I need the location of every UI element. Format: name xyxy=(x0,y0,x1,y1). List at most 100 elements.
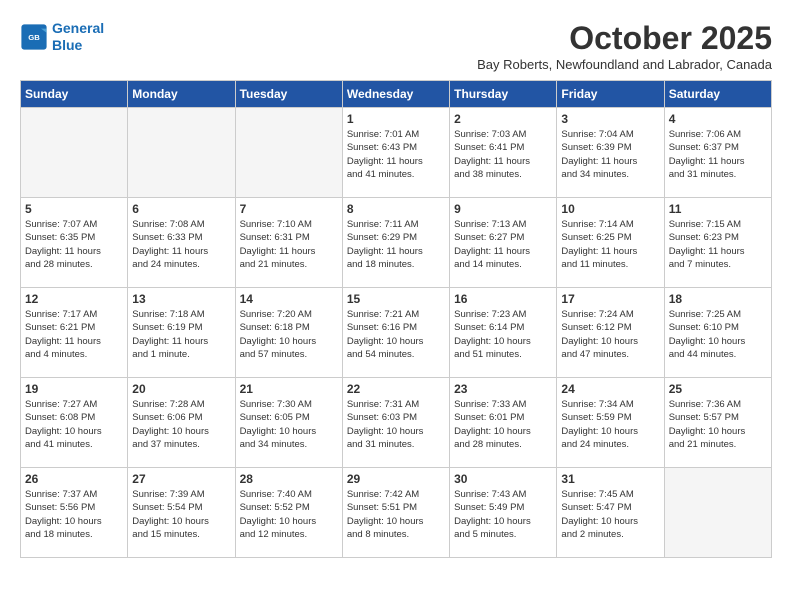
calendar-cell: 4 Sunrise: 7:06 AM Sunset: 6:37 PM Daylig… xyxy=(664,108,771,198)
weekday-header-tuesday: Tuesday xyxy=(235,81,342,108)
day-info: Sunrise: 7:30 AM Sunset: 6:05 PM Dayligh… xyxy=(240,398,338,451)
day-number: 22 xyxy=(347,382,445,396)
day-info: Sunrise: 7:10 AM Sunset: 6:31 PM Dayligh… xyxy=(240,218,338,271)
day-info: Sunrise: 7:18 AM Sunset: 6:19 PM Dayligh… xyxy=(132,308,230,361)
logo-text: General Blue xyxy=(52,20,104,54)
day-info: Sunrise: 7:43 AM Sunset: 5:49 PM Dayligh… xyxy=(454,488,552,541)
weekday-header-wednesday: Wednesday xyxy=(342,81,449,108)
calendar-cell: 25Sunrise: 7:36 AM Sunset: 5:57 PM Dayli… xyxy=(664,378,771,468)
day-info: Sunrise: 7:33 AM Sunset: 6:01 PM Dayligh… xyxy=(454,398,552,451)
day-info: Sunrise: 7:01 AM Sunset: 6:43 PM Dayligh… xyxy=(347,128,445,181)
calendar-cell xyxy=(128,108,235,198)
day-number: 2 xyxy=(454,112,552,126)
day-info: Sunrise: 7:42 AM Sunset: 5:51 PM Dayligh… xyxy=(347,488,445,541)
day-number: 17 xyxy=(561,292,659,306)
calendar-cell: 29Sunrise: 7:42 AM Sunset: 5:51 PM Dayli… xyxy=(342,468,449,558)
day-number: 3 xyxy=(561,112,659,126)
day-info: Sunrise: 7:21 AM Sunset: 6:16 PM Dayligh… xyxy=(347,308,445,361)
calendar-cell xyxy=(664,468,771,558)
day-info: Sunrise: 7:08 AM Sunset: 6:33 PM Dayligh… xyxy=(132,218,230,271)
weekday-header-row: SundayMondayTuesdayWednesdayThursdayFrid… xyxy=(21,81,772,108)
day-number: 15 xyxy=(347,292,445,306)
day-number: 11 xyxy=(669,202,767,216)
location-subtitle: Bay Roberts, Newfoundland and Labrador, … xyxy=(477,57,772,72)
calendar-cell: 15 Sunrise: 7:21 AM Sunset: 6:16 PM Dayli… xyxy=(342,288,449,378)
day-number: 9 xyxy=(454,202,552,216)
day-info: Sunrise: 7:40 AM Sunset: 5:52 PM Dayligh… xyxy=(240,488,338,541)
day-info: Sunrise: 7:11 AM Sunset: 6:29 PM Dayligh… xyxy=(347,218,445,271)
day-number: 31 xyxy=(561,472,659,486)
day-info: Sunrise: 7:34 AM Sunset: 5:59 PM Dayligh… xyxy=(561,398,659,451)
title-block: October 2025 Bay Roberts, Newfoundland a… xyxy=(477,20,772,72)
day-number: 19 xyxy=(25,382,123,396)
weekday-header-saturday: Saturday xyxy=(664,81,771,108)
calendar-cell: 22 Sunrise: 7:31 AM Sunset: 6:03 PM Dayli… xyxy=(342,378,449,468)
calendar-cell: 21Sunrise: 7:30 AM Sunset: 6:05 PM Dayli… xyxy=(235,378,342,468)
calendar-cell: 31 Sunrise: 7:45 AM Sunset: 5:47 PM Dayli… xyxy=(557,468,664,558)
weekday-header-thursday: Thursday xyxy=(450,81,557,108)
day-info: Sunrise: 7:20 AM Sunset: 6:18 PM Dayligh… xyxy=(240,308,338,361)
calendar-cell: 10 Sunrise: 7:14 AM Sunset: 6:25 PM Dayli… xyxy=(557,198,664,288)
calendar-table: SundayMondayTuesdayWednesdayThursdayFrid… xyxy=(20,80,772,558)
day-number: 14 xyxy=(240,292,338,306)
day-number: 16 xyxy=(454,292,552,306)
day-info: Sunrise: 7:17 AM Sunset: 6:21 PM Dayligh… xyxy=(25,308,123,361)
logo-icon: GB xyxy=(20,23,48,51)
logo: GB General Blue xyxy=(20,20,104,54)
day-info: Sunrise: 7:23 AM Sunset: 6:14 PM Dayligh… xyxy=(454,308,552,361)
day-info: Sunrise: 7:04 AM Sunset: 6:39 PM Dayligh… xyxy=(561,128,659,181)
day-number: 18 xyxy=(669,292,767,306)
calendar-cell: 26Sunrise: 7:37 AM Sunset: 5:56 PM Dayli… xyxy=(21,468,128,558)
weekday-header-sunday: Sunday xyxy=(21,81,128,108)
calendar-cell: 24Sunrise: 7:34 AM Sunset: 5:59 PM Dayli… xyxy=(557,378,664,468)
calendar-cell: 8 Sunrise: 7:11 AM Sunset: 6:29 PM Daylig… xyxy=(342,198,449,288)
calendar-cell: 20 Sunrise: 7:28 AM Sunset: 6:06 PM Dayli… xyxy=(128,378,235,468)
day-info: Sunrise: 7:15 AM Sunset: 6:23 PM Dayligh… xyxy=(669,218,767,271)
day-number: 27 xyxy=(132,472,230,486)
calendar-cell: 30 Sunrise: 7:43 AM Sunset: 5:49 PM Dayli… xyxy=(450,468,557,558)
calendar-week-3: 12 Sunrise: 7:17 AM Sunset: 6:21 PM Dayli… xyxy=(21,288,772,378)
day-info: Sunrise: 7:13 AM Sunset: 6:27 PM Dayligh… xyxy=(454,218,552,271)
calendar-cell: 3 Sunrise: 7:04 AM Sunset: 6:39 PM Daylig… xyxy=(557,108,664,198)
weekday-header-friday: Friday xyxy=(557,81,664,108)
day-number: 26 xyxy=(25,472,123,486)
day-info: Sunrise: 7:27 AM Sunset: 6:08 PM Dayligh… xyxy=(25,398,123,451)
day-number: 23 xyxy=(454,382,552,396)
calendar-week-1: 1Sunrise: 7:01 AM Sunset: 6:43 PM Daylig… xyxy=(21,108,772,198)
calendar-week-5: 26Sunrise: 7:37 AM Sunset: 5:56 PM Dayli… xyxy=(21,468,772,558)
calendar-cell: 19 Sunrise: 7:27 AM Sunset: 6:08 PM Dayli… xyxy=(21,378,128,468)
day-info: Sunrise: 7:39 AM Sunset: 5:54 PM Dayligh… xyxy=(132,488,230,541)
calendar-week-4: 19 Sunrise: 7:27 AM Sunset: 6:08 PM Dayli… xyxy=(21,378,772,468)
calendar-cell: 1Sunrise: 7:01 AM Sunset: 6:43 PM Daylig… xyxy=(342,108,449,198)
day-number: 30 xyxy=(454,472,552,486)
day-number: 7 xyxy=(240,202,338,216)
svg-text:GB: GB xyxy=(28,33,40,42)
day-number: 4 xyxy=(669,112,767,126)
day-number: 20 xyxy=(132,382,230,396)
calendar-cell: 6 Sunrise: 7:08 AM Sunset: 6:33 PM Daylig… xyxy=(128,198,235,288)
calendar-cell: 2 Sunrise: 7:03 AM Sunset: 6:41 PM Daylig… xyxy=(450,108,557,198)
day-info: Sunrise: 7:28 AM Sunset: 6:06 PM Dayligh… xyxy=(132,398,230,451)
calendar-cell: 13 Sunrise: 7:18 AM Sunset: 6:19 PM Dayli… xyxy=(128,288,235,378)
calendar-cell: 27 Sunrise: 7:39 AM Sunset: 5:54 PM Dayli… xyxy=(128,468,235,558)
day-info: Sunrise: 7:36 AM Sunset: 5:57 PM Dayligh… xyxy=(669,398,767,451)
calendar-cell: 9 Sunrise: 7:13 AM Sunset: 6:27 PM Daylig… xyxy=(450,198,557,288)
day-number: 5 xyxy=(25,202,123,216)
day-info: Sunrise: 7:14 AM Sunset: 6:25 PM Dayligh… xyxy=(561,218,659,271)
day-info: Sunrise: 7:31 AM Sunset: 6:03 PM Dayligh… xyxy=(347,398,445,451)
day-number: 8 xyxy=(347,202,445,216)
day-info: Sunrise: 7:06 AM Sunset: 6:37 PM Dayligh… xyxy=(669,128,767,181)
day-number: 6 xyxy=(132,202,230,216)
calendar-cell: 7 Sunrise: 7:10 AM Sunset: 6:31 PM Daylig… xyxy=(235,198,342,288)
day-number: 10 xyxy=(561,202,659,216)
day-number: 28 xyxy=(240,472,338,486)
calendar-cell: 17Sunrise: 7:24 AM Sunset: 6:12 PM Dayli… xyxy=(557,288,664,378)
weekday-header-monday: Monday xyxy=(128,81,235,108)
day-info: Sunrise: 7:45 AM Sunset: 5:47 PM Dayligh… xyxy=(561,488,659,541)
calendar-week-2: 5Sunrise: 7:07 AM Sunset: 6:35 PM Daylig… xyxy=(21,198,772,288)
calendar-cell: 16 Sunrise: 7:23 AM Sunset: 6:14 PM Dayli… xyxy=(450,288,557,378)
day-number: 12 xyxy=(25,292,123,306)
day-number: 13 xyxy=(132,292,230,306)
day-info: Sunrise: 7:03 AM Sunset: 6:41 PM Dayligh… xyxy=(454,128,552,181)
calendar-cell: 23 Sunrise: 7:33 AM Sunset: 6:01 PM Dayli… xyxy=(450,378,557,468)
